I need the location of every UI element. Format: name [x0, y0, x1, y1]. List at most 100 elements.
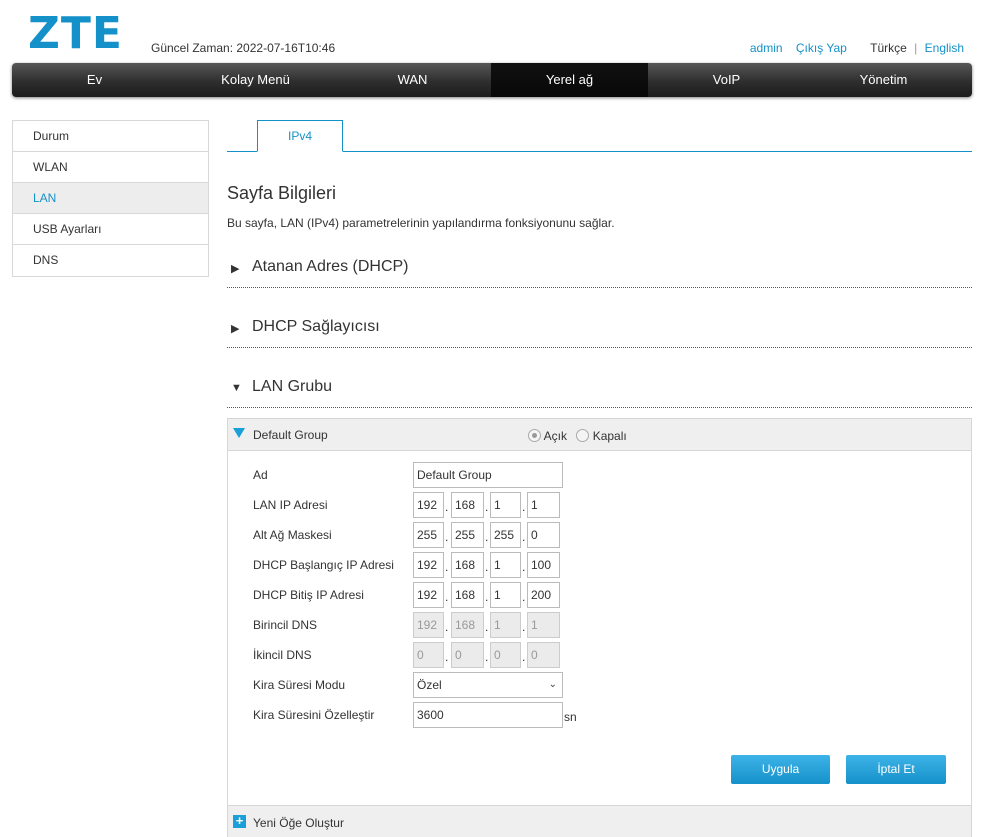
mask-octet-3[interactable]: 255 [490, 522, 521, 548]
nav-item-local-network[interactable]: Yerel ağ [491, 63, 648, 97]
sidebar-item-wlan[interactable]: WLAN [13, 152, 208, 183]
lease-custom-label: Kira Süresini Özelleştir [253, 708, 375, 722]
dot: . [485, 560, 489, 574]
section-dhcp-provider[interactable]: ▶ DHCP Sağlayıcısı [227, 315, 972, 348]
lease-mode-value: Özel [417, 678, 442, 692]
dot: . [522, 590, 526, 604]
section-title: Atanan Adres (DHCP) [252, 258, 409, 275]
section-dhcp-assigned[interactable]: ▶ Atanan Adres (DHCP) [227, 255, 972, 288]
name-input[interactable]: Default Group [413, 462, 563, 488]
sidebar-item-status[interactable]: Durum [13, 121, 208, 152]
nav-item-management[interactable]: Yönetim [805, 63, 962, 97]
dot: . [522, 530, 526, 544]
dns1-octet-4: 1 [527, 612, 560, 638]
tab-bar: IPv4 [227, 120, 972, 152]
new-item-label[interactable]: Yeni Öğe Oluştur [253, 816, 344, 830]
lan-group-panel: Default Group Açık Kapalı Ad Default Gro… [227, 418, 972, 837]
tab-ipv4[interactable]: IPv4 [257, 120, 343, 152]
group-toggle: Açık Kapalı [528, 429, 627, 443]
name-label: Ad [253, 468, 268, 482]
dot: . [485, 590, 489, 604]
dot: . [445, 530, 449, 544]
lan-ip-octet-3[interactable]: 1 [490, 492, 521, 518]
dot: . [522, 620, 526, 634]
dns1-octet-2: 168 [451, 612, 484, 638]
user-link[interactable]: admin [750, 41, 783, 55]
dns2-octet-2: 0 [451, 642, 484, 668]
sidebar-item-lan[interactable]: LAN [13, 183, 208, 214]
dns1-octet-3: 1 [490, 612, 521, 638]
sidebar-item-usb[interactable]: USB Ayarları [13, 214, 208, 245]
dns1-octet-1: 192 [413, 612, 444, 638]
nav-item-home[interactable]: Ev [12, 63, 177, 97]
new-item-bar[interactable]: + Yeni Öğe Oluştur [228, 805, 971, 837]
dot: . [445, 620, 449, 634]
nav-item-easy-menu[interactable]: Kolay Menü [177, 63, 334, 97]
dhcp-start-octet-1[interactable]: 192 [413, 552, 444, 578]
lan-ip-octet-1[interactable]: 192 [413, 492, 444, 518]
logout-link[interactable]: Çıkış Yap [796, 41, 847, 55]
page-description: Bu sayfa, LAN (IPv4) parametrelerinin ya… [227, 216, 615, 230]
lan-ip-label: LAN IP Adresi [253, 498, 328, 512]
dhcp-end-octet-2[interactable]: 168 [451, 582, 484, 608]
mask-octet-1[interactable]: 255 [413, 522, 444, 548]
dhcp-end-octet-4[interactable]: 200 [527, 582, 560, 608]
section-title: LAN Grubu [252, 378, 333, 395]
lan-ip-octet-2[interactable]: 168 [451, 492, 484, 518]
cancel-button[interactable]: İptal Et [846, 755, 946, 784]
dot: . [445, 650, 449, 664]
dhcp-start-label: DHCP Başlangıç IP Adresi [253, 558, 394, 572]
mask-label: Alt Ağ Maskesi [253, 528, 332, 542]
lang-separator: | [914, 41, 918, 55]
dns2-octet-3: 0 [490, 642, 521, 668]
dns2-octet-4: 0 [527, 642, 560, 668]
dot: . [485, 650, 489, 664]
dot: . [522, 560, 526, 574]
section-lan-group[interactable]: ▼ LAN Grubu [227, 375, 972, 408]
dot: . [445, 560, 449, 574]
page-title: Sayfa Bilgileri [227, 183, 337, 203]
dot: . [522, 500, 526, 514]
nav-item-voip[interactable]: VoIP [648, 63, 805, 97]
nav-item-wan[interactable]: WAN [334, 63, 491, 97]
zte-logo: ZTE [28, 8, 123, 59]
collapsed-arrow-icon: ▶ [231, 263, 240, 275]
sidebar-item-dns[interactable]: DNS [13, 245, 208, 276]
expand-triangle-icon[interactable] [233, 428, 245, 438]
dhcp-end-octet-1[interactable]: 192 [413, 582, 444, 608]
mask-octet-2[interactable]: 255 [451, 522, 484, 548]
dhcp-start-octet-3[interactable]: 1 [490, 552, 521, 578]
lease-mode-select[interactable]: Özel ⌄ [413, 672, 563, 698]
dns1-label: Birincil DNS [253, 618, 318, 632]
dhcp-start-octet-4[interactable]: 100 [527, 552, 560, 578]
dot: . [522, 650, 526, 664]
lan-ip-octet-4[interactable]: 1 [527, 492, 560, 518]
dhcp-end-label: DHCP Bitiş IP Adresi [253, 588, 364, 602]
plus-icon[interactable]: + [233, 814, 246, 828]
collapsed-arrow-icon: ▶ [231, 323, 240, 335]
lease-custom-input[interactable]: 3600 [413, 702, 563, 728]
current-time: Güncel Zaman: 2022-07-16T10:46 [151, 41, 336, 55]
apply-button[interactable]: Uygula [731, 755, 830, 784]
dhcp-start-octet-2[interactable]: 168 [451, 552, 484, 578]
expanded-arrow-icon: ▼ [231, 382, 242, 394]
lang-english[interactable]: English [925, 41, 964, 55]
radio-on-label: Açık [543, 429, 568, 443]
group-name-label: Default Group [253, 428, 328, 442]
mask-octet-4[interactable]: 0 [527, 522, 560, 548]
radio-on[interactable] [528, 429, 541, 442]
chevron-down-icon: ⌄ [548, 679, 557, 690]
group-header[interactable]: Default Group Açık Kapalı [228, 419, 971, 451]
radio-off-label: Kapalı [592, 429, 627, 443]
lang-turkish[interactable]: Türkçe [870, 41, 907, 55]
radio-off[interactable] [576, 429, 590, 442]
lease-mode-label: Kira Süresi Modu [253, 678, 346, 692]
dot: . [485, 500, 489, 514]
dns2-octet-1: 0 [413, 642, 444, 668]
section-title: DHCP Sağlayıcısı [252, 318, 380, 335]
dhcp-end-octet-3[interactable]: 1 [490, 582, 521, 608]
lease-unit: sn [564, 710, 577, 724]
dot: . [485, 620, 489, 634]
top-right-links: admin Çıkış Yap Türkçe | English [750, 41, 964, 55]
dot: . [485, 530, 489, 544]
